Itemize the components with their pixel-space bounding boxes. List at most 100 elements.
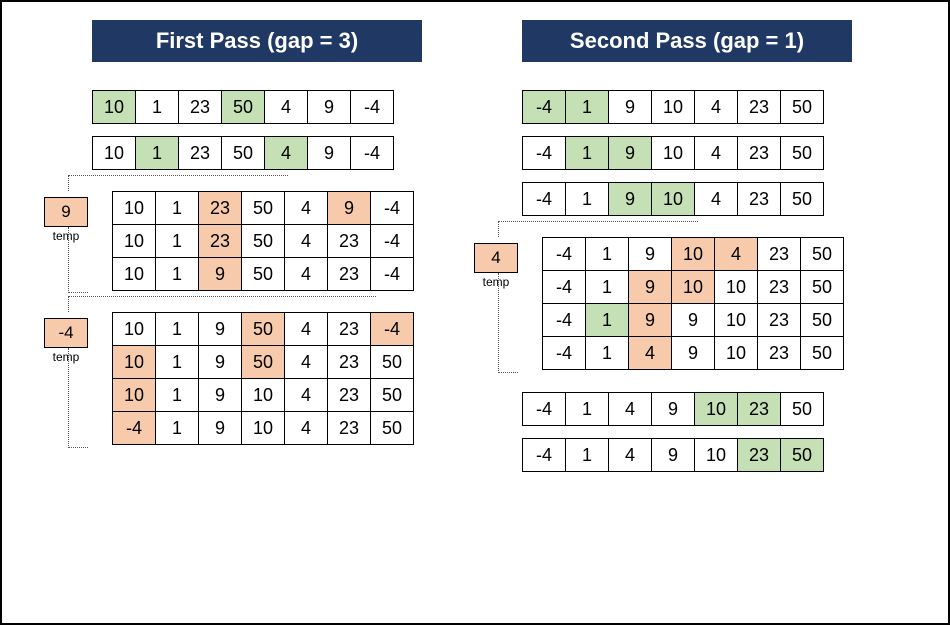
array-row: -4199102350 bbox=[542, 303, 872, 337]
array-cell: 1 bbox=[565, 438, 609, 472]
array-cell: 9 bbox=[608, 182, 652, 216]
array-row: 101235049-4 bbox=[92, 90, 442, 124]
array-cell: 23 bbox=[757, 303, 801, 337]
array-cell: 1 bbox=[135, 136, 179, 170]
array-cell: 10 bbox=[112, 378, 156, 412]
array-cell: 1 bbox=[155, 345, 199, 379]
array-cell: 9 bbox=[608, 90, 652, 124]
array-cell: 1 bbox=[155, 312, 199, 346]
swap-group: -4 temp 101950423-4 10195042350 10191042… bbox=[112, 312, 442, 445]
array-row: 101950423-4 bbox=[112, 312, 442, 346]
array-cell: 4 bbox=[284, 191, 328, 225]
array-row: -4191042350 bbox=[112, 411, 442, 445]
array-cell: 23 bbox=[737, 90, 781, 124]
array-cell: 9 bbox=[327, 191, 371, 225]
array-cell: 1 bbox=[585, 336, 629, 370]
array-cell: 23 bbox=[737, 136, 781, 170]
array-cell: 23 bbox=[178, 136, 222, 170]
array-row: 10195042350 bbox=[112, 345, 442, 379]
array-cell: 9 bbox=[671, 336, 715, 370]
array-cell: 4 bbox=[284, 345, 328, 379]
array-cell: 9 bbox=[198, 411, 242, 445]
array-cell: 10 bbox=[241, 378, 285, 412]
array-cell: 1 bbox=[155, 191, 199, 225]
array-cell: -4 bbox=[522, 392, 566, 426]
first-pass-column: First Pass (gap = 3) 101235049-4 1012350… bbox=[92, 20, 442, 445]
array-cell: 10 bbox=[92, 136, 136, 170]
array-cell: -4 bbox=[542, 237, 586, 271]
array-cell: 4 bbox=[608, 392, 652, 426]
array-row: -4149102350 bbox=[542, 336, 872, 370]
array-cell: 9 bbox=[307, 136, 351, 170]
swap-group: 9 temp 101235049-4 1012350423-4 10195042… bbox=[112, 191, 442, 291]
array-cell: -4 bbox=[542, 303, 586, 337]
array-cell: 23 bbox=[327, 312, 371, 346]
array-cell: -4 bbox=[542, 270, 586, 304]
array-cell: -4 bbox=[370, 257, 414, 291]
array-row: 1012350423-4 bbox=[112, 224, 442, 258]
temp-label: temp bbox=[44, 350, 88, 364]
array-cell: -4 bbox=[112, 411, 156, 445]
array-cell: -4 bbox=[370, 224, 414, 258]
array-cell: 10 bbox=[714, 336, 758, 370]
temp-box: -4 temp bbox=[44, 318, 88, 364]
array-cell: 10 bbox=[112, 257, 156, 291]
second-pass-column: Second Pass (gap = 1) -4191042350 -41910… bbox=[522, 20, 872, 484]
array-cell: 9 bbox=[651, 438, 695, 472]
array-cell: 10 bbox=[112, 312, 156, 346]
array-cell: 1 bbox=[565, 90, 609, 124]
array-cell: 50 bbox=[800, 303, 844, 337]
array-cell: 23 bbox=[757, 336, 801, 370]
array-cell: 1 bbox=[155, 378, 199, 412]
array-cell: -4 bbox=[542, 336, 586, 370]
array-cell: 10 bbox=[694, 392, 738, 426]
first-pass-header: First Pass (gap = 3) bbox=[92, 20, 422, 62]
array-cell: 4 bbox=[694, 182, 738, 216]
array-row: 101235049-4 bbox=[92, 136, 442, 170]
array-row: -4191042350 bbox=[522, 136, 872, 170]
array-cell: 10 bbox=[671, 237, 715, 271]
array-cell: -4 bbox=[522, 90, 566, 124]
array-cell: 50 bbox=[241, 191, 285, 225]
array-cell: 23 bbox=[737, 182, 781, 216]
array-cell: 50 bbox=[221, 90, 265, 124]
swap-group: 4 temp -4191042350 -41910102350 -4199102… bbox=[542, 237, 872, 370]
array-cell: 10 bbox=[714, 270, 758, 304]
array-cell: 4 bbox=[694, 90, 738, 124]
array-cell: 4 bbox=[714, 237, 758, 271]
array-cell: 23 bbox=[198, 224, 242, 258]
array-cell: 9 bbox=[628, 303, 672, 337]
array-cell: 50 bbox=[370, 378, 414, 412]
array-row: -4149102350 bbox=[522, 392, 872, 426]
array-cell: 50 bbox=[370, 411, 414, 445]
array-cell: 10 bbox=[671, 270, 715, 304]
array-row: -4191042350 bbox=[522, 90, 872, 124]
array-cell: 10 bbox=[714, 303, 758, 337]
array-cell: 50 bbox=[780, 438, 824, 472]
array-cell: 9 bbox=[671, 303, 715, 337]
array-cell: 23 bbox=[737, 438, 781, 472]
array-cell: 23 bbox=[198, 191, 242, 225]
array-cell: 10 bbox=[241, 411, 285, 445]
array-cell: 9 bbox=[608, 136, 652, 170]
array-row: -4191042350 bbox=[542, 237, 872, 271]
array-cell: 9 bbox=[198, 257, 242, 291]
array-cell: 1 bbox=[155, 411, 199, 445]
array-row: 10191042350 bbox=[112, 378, 442, 412]
array-cell: 1 bbox=[585, 303, 629, 337]
array-cell: 23 bbox=[327, 224, 371, 258]
array-cell: 10 bbox=[112, 345, 156, 379]
array-cell: 50 bbox=[800, 270, 844, 304]
array-cell: 1 bbox=[155, 257, 199, 291]
array-cell: 23 bbox=[327, 378, 371, 412]
array-cell: 4 bbox=[284, 257, 328, 291]
temp-label: temp bbox=[474, 275, 518, 289]
array-cell: 4 bbox=[284, 411, 328, 445]
array-cell: 1 bbox=[565, 136, 609, 170]
array-cell: 9 bbox=[628, 270, 672, 304]
array-cell: 50 bbox=[780, 90, 824, 124]
array-cell: 4 bbox=[694, 136, 738, 170]
array-cell: 4 bbox=[264, 136, 308, 170]
array-cell: -4 bbox=[350, 136, 394, 170]
array-cell: 23 bbox=[757, 237, 801, 271]
